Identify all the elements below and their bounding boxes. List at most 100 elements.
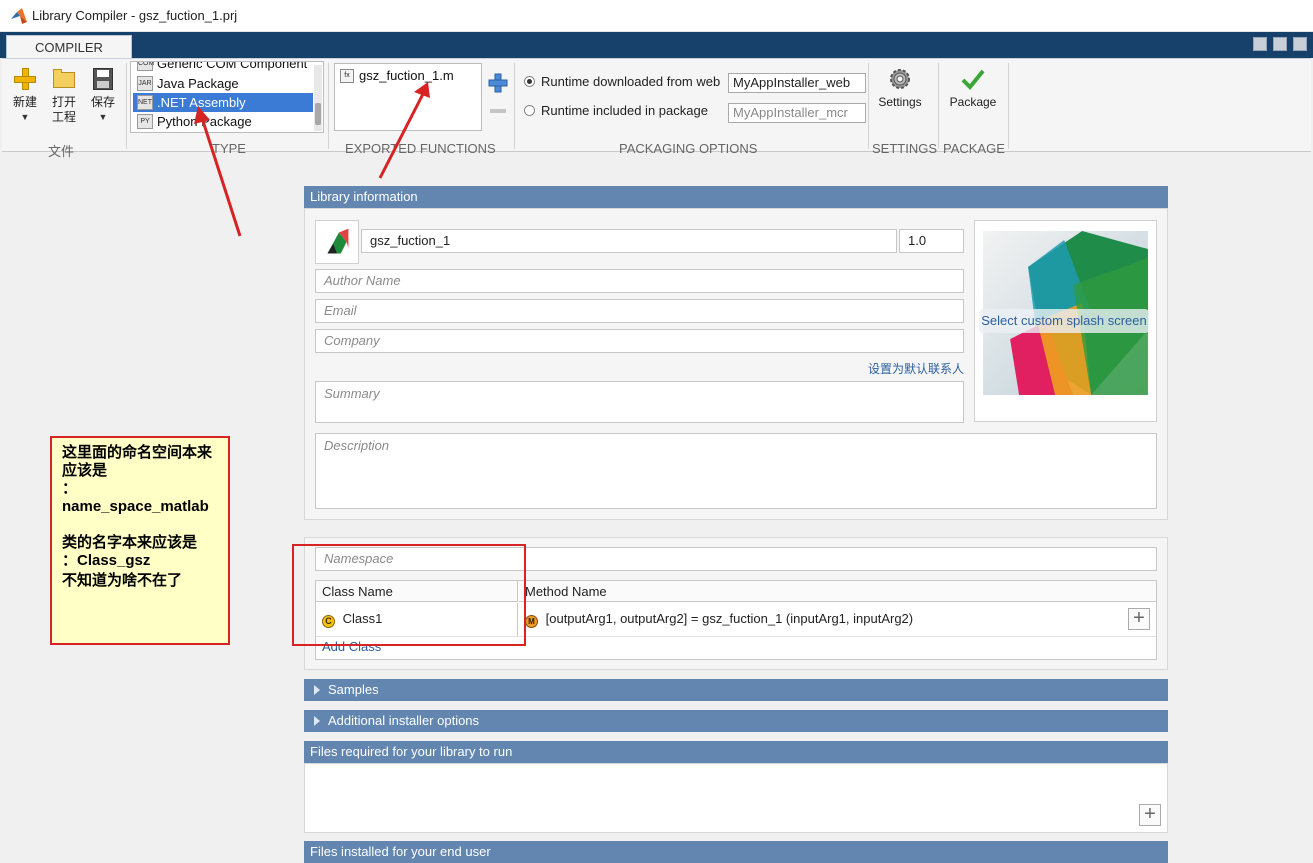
splash-screen-preview[interactable]: Select custom splash screen (974, 220, 1157, 422)
quick-access-icon[interactable] (1293, 37, 1307, 51)
runtime-included-input[interactable]: MyAppInstaller_mcr (728, 103, 866, 123)
exported-functions-label: EXPORTED FUNCTIONS (345, 141, 496, 156)
com-icon: COM (137, 62, 154, 71)
additional-installer-options-header[interactable]: Additional installer options (304, 710, 1168, 732)
new-plus-icon (13, 67, 37, 91)
add-file-plus-icon[interactable]: + (1139, 804, 1161, 826)
add-function-plus-icon[interactable] (488, 73, 508, 93)
runtime-web-option[interactable]: Runtime downloaded from web (524, 74, 720, 89)
method-row[interactable]: M [outputArg1, outputArg2] = gsz_fuction… (519, 603, 1156, 637)
library-information-header[interactable]: Library information (304, 186, 1168, 208)
new-button[interactable]: 新建 ▼ (7, 67, 43, 125)
file-section-label: 文件 (48, 144, 75, 159)
summary-input[interactable]: Summary (315, 381, 964, 423)
annotation-note: 这里面的命名空间本来应该是 ：name_space_matlab 类的名字本来应… (50, 436, 230, 645)
annotation-line: 不知道为啥不在了 (62, 572, 183, 589)
description-input[interactable]: Description (315, 433, 1157, 509)
python-icon: PY (137, 114, 153, 129)
settings-label: Settings (878, 95, 922, 109)
type-list[interactable]: COM Generic COM Component JAR Java Packa… (130, 61, 324, 133)
remove-function-minus-icon[interactable] (490, 109, 506, 113)
folder-icon (52, 67, 76, 91)
method-badge-icon: M (525, 615, 538, 628)
packaging-options-label: PACKAGING OPTIONS (619, 141, 758, 156)
expand-triangle-icon (314, 685, 320, 695)
type-item-label: Generic COM Component (157, 61, 308, 71)
package-label: Package (949, 95, 997, 109)
ribbon: 新建 ▼ 打开 工程 保存 ▼ 文件 COM Generic COM Compo… (2, 58, 1311, 159)
expand-triangle-icon (314, 716, 320, 726)
method-signature-cell[interactable]: [outputArg1, outputArg2] = gsz_fuction_1… (546, 611, 914, 626)
radio-button[interactable] (524, 105, 535, 116)
quick-access-toolbar (1237, 37, 1307, 55)
divider (1008, 63, 1009, 149)
additional-installer-label: Additional installer options (328, 713, 480, 728)
chevron-down-icon: ▼ (98, 112, 108, 122)
runtime-web-label: Runtime downloaded from web (541, 74, 721, 89)
package-button[interactable]: Package (944, 67, 1002, 110)
open-project-button[interactable]: 打开 工程 (46, 67, 82, 125)
type-item-java[interactable]: JAR Java Package (133, 74, 313, 93)
type-item-dotnet[interactable]: NET .NET Assembly (133, 93, 313, 112)
exported-functions-list[interactable]: fx gsz_fuction_1.m (334, 63, 482, 131)
annotation-line: ：name_space_matlab (62, 480, 209, 515)
settings-button[interactable]: Settings (874, 67, 926, 110)
radio-button[interactable] (524, 76, 535, 87)
type-item-label: Python Package (157, 114, 252, 129)
version-input[interactable]: 1.0 (899, 229, 964, 253)
save-disk-icon (91, 67, 115, 91)
scrollbar-thumb[interactable] (315, 103, 321, 125)
quick-access-icon[interactable] (1273, 37, 1287, 51)
window-title: Library Compiler - gsz_fuction_1.prj (32, 8, 238, 23)
checkmark-icon (961, 69, 985, 90)
java-icon: JAR (137, 76, 153, 91)
tab-compiler[interactable]: COMPILER (6, 35, 132, 59)
type-item-label: Java Package (157, 76, 239, 91)
select-splash-screen-button[interactable]: Select custom splash screen (979, 309, 1149, 333)
gear-icon (890, 69, 910, 89)
files-required-header[interactable]: Files required for your library to run (304, 741, 1168, 763)
divider (868, 63, 869, 149)
exported-function-item[interactable]: gsz_fuction_1.m (359, 68, 454, 83)
save-label: 保存 (90, 95, 115, 109)
chevron-down-icon: ▼ (20, 112, 30, 122)
package-section-label: PACKAGE (943, 141, 1005, 156)
annotation-highlight-box (292, 544, 526, 646)
type-section-label: TYPE (212, 141, 246, 156)
annotation-line: 类的名字本来应该是 (62, 534, 198, 551)
email-input[interactable]: Email (315, 299, 964, 323)
divider (514, 63, 515, 149)
dotnet-icon: NET (137, 95, 153, 110)
samples-label: Samples (328, 682, 379, 697)
open-label-line1: 打开 (51, 95, 76, 109)
runtime-web-input[interactable]: MyAppInstaller_web (728, 73, 866, 93)
function-file-icon: fx (340, 69, 354, 83)
annotation-line: 这里面的命名空间本来应该是 (62, 444, 213, 479)
runtime-included-option[interactable]: Runtime included in package (524, 103, 708, 118)
ribbon-tab-strip (0, 32, 1313, 58)
new-label: 新建 (12, 95, 37, 109)
type-item-label: .NET Assembly (157, 95, 246, 110)
set-default-contact-link[interactable]: 设置为默认联系人 (860, 360, 964, 377)
add-method-plus-icon[interactable]: + (1128, 608, 1150, 630)
divider (938, 63, 939, 149)
files-required-list[interactable]: + (304, 763, 1168, 833)
method-name-column-header[interactable]: Method Name (519, 581, 1156, 602)
matlab-logo-icon (11, 8, 27, 24)
settings-section-label: SETTINGS (872, 141, 938, 156)
annotation-line: ：Class_gsz (62, 552, 151, 569)
library-icon[interactable] (315, 220, 359, 264)
runtime-included-label: Runtime included in package (541, 103, 708, 118)
divider (328, 63, 329, 149)
type-item-python[interactable]: PY Python Package (133, 112, 313, 131)
save-button[interactable]: 保存 ▼ (85, 67, 121, 125)
files-installed-header[interactable]: Files installed for your end user (304, 841, 1168, 863)
company-input[interactable]: Company (315, 329, 964, 353)
samples-section-header[interactable]: Samples (304, 679, 1168, 701)
quick-access-icon[interactable] (1253, 37, 1267, 51)
type-item-com[interactable]: COM Generic COM Component (133, 61, 313, 73)
divider (126, 63, 127, 149)
open-label-line2: 工程 (51, 110, 76, 124)
library-name-input[interactable]: gsz_fuction_1 (361, 229, 897, 253)
author-name-input[interactable]: Author Name (315, 269, 964, 293)
